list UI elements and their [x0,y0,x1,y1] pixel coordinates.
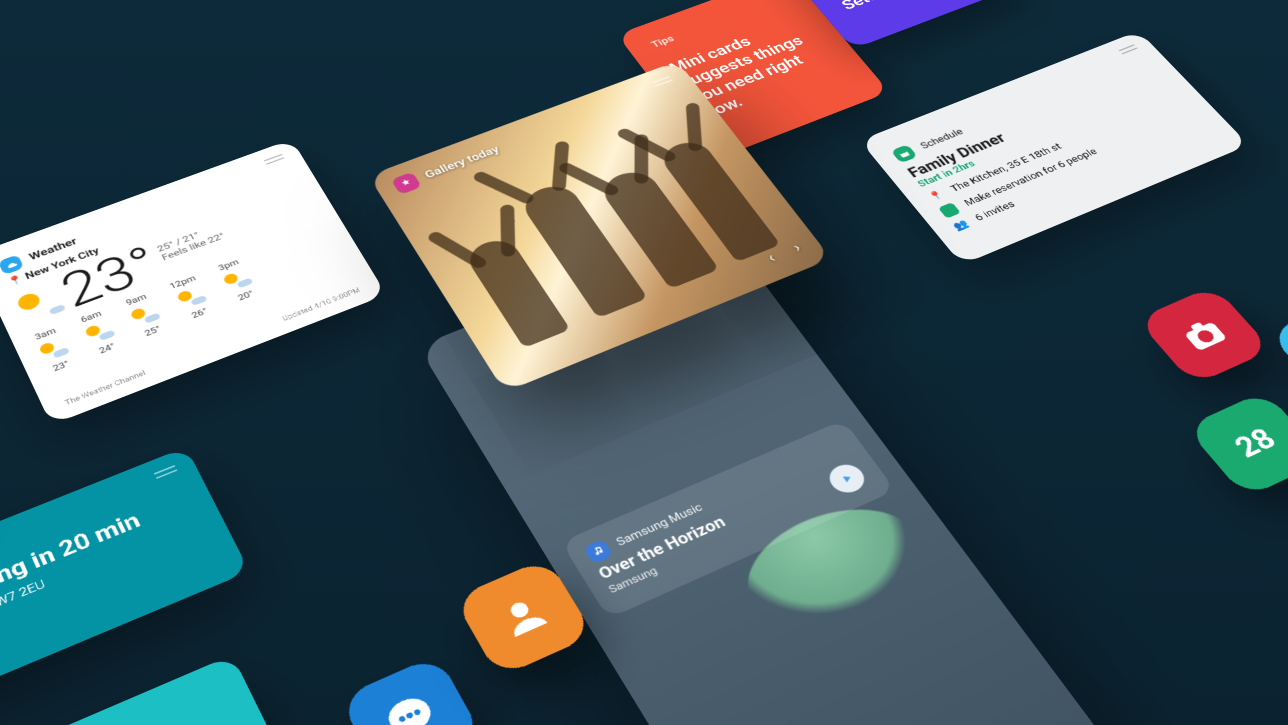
calendar-day: 28 [1228,422,1284,465]
scene: Samsung Music Over the Horizon Samsung W… [0,0,1288,725]
people-icon: 👥 [951,218,971,232]
drag-handle-icon[interactable] [1118,44,1135,51]
contacts-app-icon[interactable] [453,557,594,677]
schedule-card[interactable]: Schedule Family Dinner Start in 2hrs 📍Th… [860,31,1249,265]
gallery-icon [391,172,422,195]
music-card[interactable]: Samsung Music Over the Horizon Samsung [561,420,896,619]
music-app-label: Samsung Music [614,501,705,549]
camera-app-icon[interactable] [1136,285,1272,385]
hour-0: 3am23° [32,326,74,375]
hour-1: 6am24° [78,309,120,358]
task-icon [938,202,961,218]
weather-app-icon[interactable] [1268,299,1288,400]
calendar-icon [891,144,918,163]
paraglider-graphic [723,487,942,643]
pin-icon: 📍 [927,189,947,203]
music-song: Over the Horizon [595,455,862,583]
weather-source: The Weather Channel [64,370,147,407]
messages-app-icon[interactable] [339,655,483,725]
current-weather-icon [15,285,64,324]
weather-app-icon [0,254,24,275]
hour-3: 12pm26° [168,274,214,323]
gallery-prev-icon[interactable]: ‹ [764,250,779,266]
isometric-stage: Samsung Music Over the Horizon Samsung W… [0,0,1288,725]
drag-handle-icon[interactable] [154,465,176,475]
play-button[interactable] [823,460,870,497]
calendar-app-icon[interactable]: 28 [1185,391,1288,498]
hour-4: 3pm20° [216,257,259,304]
teal-card[interactable] [0,655,316,725]
music-artist: Samsung [606,471,870,595]
gallery-next-icon[interactable]: › [789,240,804,256]
weather-card[interactable]: Weather 📍 New York City 23° 25° / 21° Fe… [0,139,386,425]
tip-text: Add Bixby Home to the Home screen in Set… [803,0,930,13]
weather-updated: Updated 4/10 9:00PM [281,287,362,323]
hour-2: 9am25° [123,292,165,340]
drag-handle-icon[interactable] [651,76,670,84]
music-icon [583,539,614,564]
